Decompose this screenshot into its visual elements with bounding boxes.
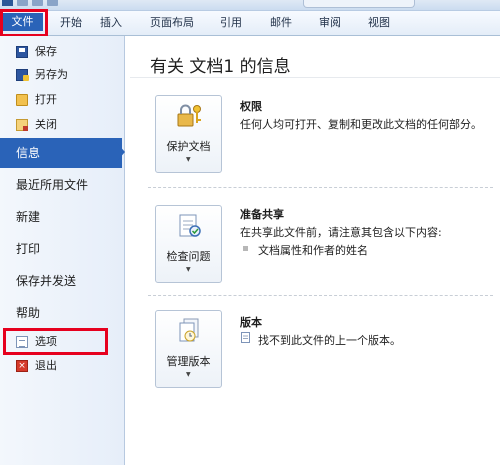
tab-page-layout[interactable]: 页面布局 bbox=[142, 14, 202, 32]
open-command[interactable]: 打开 bbox=[0, 89, 122, 111]
redo-icon[interactable] bbox=[47, 0, 58, 6]
nav-tab-info-label: 信息 bbox=[16, 146, 41, 160]
options-command[interactable]: 选项 bbox=[0, 331, 122, 353]
version-document-icon bbox=[241, 332, 250, 343]
exit-command[interactable]: × 退出 bbox=[0, 355, 122, 377]
lock-keys-icon bbox=[177, 104, 201, 127]
tab-file[interactable]: 文件 bbox=[2, 13, 43, 31]
tab-mailings[interactable]: 邮件 bbox=[262, 14, 300, 32]
protect-document-button[interactable]: 保护文档 ▼ bbox=[155, 95, 222, 173]
bullet-icon bbox=[243, 246, 248, 251]
tab-home[interactable]: 开始 bbox=[52, 14, 90, 32]
quick-access-toolbar bbox=[2, 0, 58, 6]
title-divider bbox=[130, 77, 500, 78]
versions-text: 找不到此文件的上一个版本。 bbox=[258, 334, 401, 347]
permissions-heading: 权限 bbox=[240, 100, 262, 113]
close-folder-icon bbox=[16, 119, 28, 131]
open-label: 打开 bbox=[35, 93, 57, 106]
manage-versions-label: 管理版本 bbox=[166, 355, 211, 368]
options-icon bbox=[16, 336, 28, 348]
properties-bullet-text: 文档属性和作者的姓名 bbox=[258, 244, 368, 257]
exit-icon: × bbox=[16, 360, 28, 372]
title-caption bbox=[303, 0, 415, 8]
nav-tab-print[interactable]: 打印 bbox=[0, 234, 122, 264]
nav-tab-recent-label: 最近所用文件 bbox=[16, 178, 89, 192]
save-as-command[interactable]: 另存为 bbox=[0, 64, 122, 86]
document-versions-icon bbox=[179, 318, 199, 342]
tab-insert[interactable]: 插入 bbox=[92, 14, 130, 32]
nav-tab-print-label: 打印 bbox=[16, 242, 41, 256]
prepare-sharing-text: 在共享此文件前，请注意其包含以下内容: bbox=[240, 226, 442, 239]
section-divider bbox=[148, 187, 493, 188]
check-for-issues-button[interactable]: 检查问题 ▼ bbox=[155, 205, 222, 283]
chevron-down-icon: ▼ bbox=[186, 371, 191, 378]
nav-tab-new-label: 新建 bbox=[16, 210, 41, 224]
save-as-icon bbox=[16, 69, 29, 81]
nav-tab-save-send-label: 保存并发送 bbox=[16, 274, 77, 288]
prepare-sharing-heading: 准备共享 bbox=[240, 208, 284, 221]
nav-tab-new[interactable]: 新建 bbox=[0, 202, 122, 232]
save-command[interactable]: 保存 bbox=[0, 41, 122, 63]
nav-tab-help[interactable]: 帮助 bbox=[0, 298, 122, 328]
tab-review[interactable]: 审阅 bbox=[311, 14, 349, 32]
save-as-label: 另存为 bbox=[35, 68, 68, 81]
manage-versions-button[interactable]: 管理版本 ▼ bbox=[155, 310, 222, 388]
permissions-text: 任何人均可打开、复制和更改此文档的任何部分。 bbox=[240, 118, 482, 131]
options-label: 选项 bbox=[35, 335, 57, 348]
open-folder-icon bbox=[16, 94, 28, 106]
tab-view[interactable]: 视图 bbox=[360, 14, 398, 32]
word-app-icon[interactable] bbox=[2, 0, 13, 6]
selected-tab-arrow-icon bbox=[116, 142, 125, 162]
versions-heading: 版本 bbox=[240, 316, 262, 329]
chevron-down-icon: ▼ bbox=[186, 266, 191, 273]
close-command[interactable]: 关闭 bbox=[0, 114, 122, 136]
nav-tab-recent[interactable]: 最近所用文件 bbox=[0, 170, 122, 200]
nav-tab-info[interactable]: 信息 bbox=[0, 138, 122, 168]
exit-label: 退出 bbox=[35, 359, 57, 372]
title-bar bbox=[0, 0, 500, 11]
save-label: 保存 bbox=[35, 45, 57, 58]
nav-tab-help-label: 帮助 bbox=[16, 306, 41, 320]
check-for-issues-label: 检查问题 bbox=[166, 250, 211, 263]
nav-tab-save-send[interactable]: 保存并发送 bbox=[0, 266, 122, 296]
checklist-icon bbox=[179, 214, 201, 237]
save-quick-icon[interactable] bbox=[17, 0, 28, 6]
page-title: 有关 文档1 的信息 bbox=[150, 57, 291, 77]
chevron-down-icon: ▼ bbox=[186, 156, 191, 163]
close-label: 关闭 bbox=[35, 118, 57, 131]
section-divider bbox=[148, 295, 493, 296]
undo-icon[interactable] bbox=[32, 0, 43, 6]
save-icon bbox=[16, 46, 28, 58]
ribbon-tab-bar: 开始 插入 页面布局 引用 邮件 审阅 视图 bbox=[0, 11, 500, 36]
tab-references[interactable]: 引用 bbox=[212, 14, 250, 32]
protect-document-label: 保护文档 bbox=[166, 140, 211, 153]
